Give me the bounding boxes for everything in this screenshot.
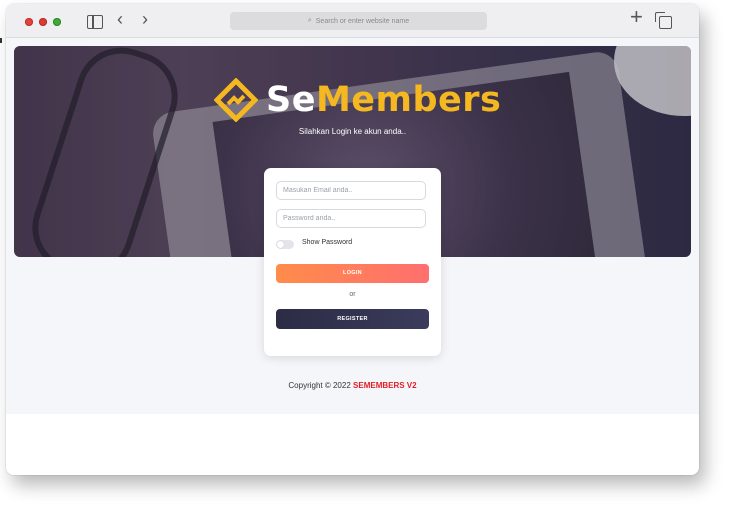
plus-icon[interactable]: +: [630, 6, 643, 28]
page-content: SeMembers Silahkan Login ke akun anda.. …: [6, 38, 699, 475]
zoom-window-button[interactable]: [53, 18, 61, 26]
show-password-toggle[interactable]: [276, 240, 294, 249]
login-tagline: Silahkan Login ke akun anda..: [298, 127, 407, 136]
browser-window: ‹ › ⌕ Search or enter website name + SeM…: [6, 4, 699, 475]
email-field[interactable]: [276, 181, 426, 200]
minimize-window-button[interactable]: [39, 18, 47, 26]
magnifier-icon: ⌕: [307, 17, 312, 24]
logo-icon: [214, 78, 258, 122]
edge-mark: [0, 38, 2, 43]
login-card: Show Password LOGIN or REGISTER: [264, 168, 441, 356]
password-field[interactable]: [276, 209, 426, 228]
show-password-label: Show Password: [302, 239, 353, 246]
brand-name-suffix: Members: [315, 80, 502, 120]
login-button[interactable]: LOGIN: [276, 264, 429, 283]
or-divider: or: [349, 291, 356, 298]
footer-brand-link[interactable]: SEMEMBERS V2: [353, 381, 417, 390]
address-bar[interactable]: ⌕ Search or enter website name: [230, 12, 487, 30]
chevron-right-icon[interactable]: ›: [142, 10, 148, 28]
close-window-button[interactable]: [25, 18, 33, 26]
browser-toolbar: ‹ › ⌕ Search or enter website name +: [6, 4, 699, 38]
brand-name: SeMembers: [266, 78, 501, 122]
brand-name-prefix: Se: [266, 80, 316, 120]
sidebar-icon[interactable]: [87, 15, 103, 29]
register-button[interactable]: REGISTER: [276, 309, 429, 329]
chevron-left-icon[interactable]: ‹: [117, 10, 123, 28]
address-placeholder: Search or enter website name: [315, 17, 410, 25]
brand-logo: SeMembers: [214, 74, 501, 126]
tabs-overview-icon[interactable]: [655, 12, 672, 29]
footer-copyright: Copyright © 2022 SEMEMBERS V2: [6, 381, 699, 390]
copyright-text: Copyright © 2022: [288, 381, 351, 390]
